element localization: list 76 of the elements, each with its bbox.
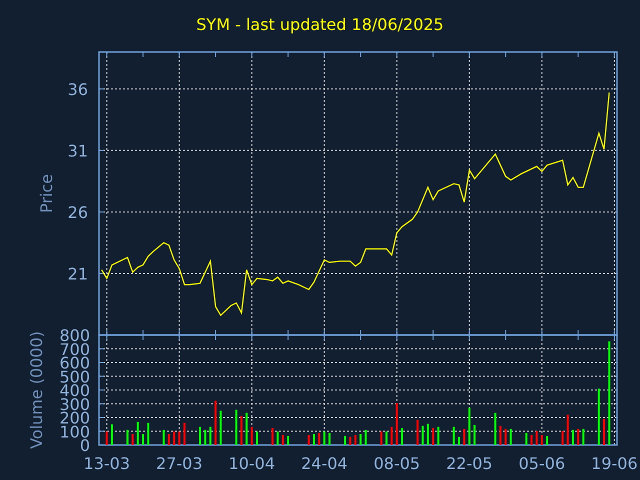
volume-bar — [318, 432, 320, 445]
volume-bar — [354, 434, 356, 445]
volume-bar — [110, 424, 113, 445]
volume-bar — [452, 426, 455, 445]
volume-bar — [220, 410, 222, 445]
volume-bar — [426, 424, 429, 445]
volume-bar — [173, 432, 176, 445]
volume-bar — [525, 432, 528, 445]
volume-bar — [162, 430, 165, 445]
volume-bar — [142, 434, 144, 445]
axis-title: Volume (0000) — [27, 331, 46, 449]
volume-bar — [312, 434, 315, 445]
volume-bar — [235, 410, 238, 445]
volume-bar — [603, 418, 606, 445]
volume-bar — [540, 434, 543, 445]
axis-tick-label: 21 — [68, 264, 88, 284]
axis-tick-label: 24-04 — [301, 454, 348, 473]
volume-bar — [494, 412, 496, 445]
volume-bar — [504, 428, 507, 445]
volume-bar — [183, 422, 186, 445]
axis-tick-label: 31 — [68, 141, 88, 160]
axis-tick-label: 27-03 — [156, 454, 203, 473]
axis-tick-label: 10-04 — [228, 454, 276, 473]
volume-bar — [432, 428, 434, 445]
volume-bar — [468, 408, 470, 445]
volume-bar — [390, 426, 393, 445]
volume-bar — [566, 414, 569, 445]
volume-bar — [136, 422, 139, 445]
volume-bar — [147, 422, 150, 445]
volume-bar — [178, 432, 180, 445]
volume-bar — [308, 434, 310, 445]
volume-bar — [380, 432, 382, 445]
volume-bar — [360, 434, 362, 445]
volume-bar — [437, 426, 440, 445]
volume-bar — [572, 430, 574, 445]
volume-bar — [546, 436, 548, 445]
volume-bar — [276, 432, 279, 445]
volume-bar — [401, 428, 404, 445]
volume-bar — [214, 400, 217, 445]
volume-bar — [287, 436, 290, 445]
volume-bar — [577, 428, 580, 445]
volume-bar — [396, 403, 398, 445]
volume-bar — [323, 432, 326, 445]
volume-bar — [582, 428, 584, 445]
axis-tick-label: 36 — [68, 80, 88, 99]
volume-bar — [272, 428, 274, 445]
volume-bar — [282, 434, 284, 445]
axis-tick-label: 26 — [68, 202, 88, 222]
axis-title: Price — [37, 174, 56, 214]
volume-bar — [240, 416, 242, 445]
volume-bar — [349, 436, 352, 445]
volume-bar — [536, 430, 538, 445]
volume-bar — [168, 434, 170, 445]
axis-tick-label: 19-06 — [591, 454, 638, 473]
axis-tick-label: 13-03 — [84, 454, 130, 473]
volume-bar — [463, 428, 466, 445]
volume-bar — [562, 430, 564, 445]
volume-bar — [499, 426, 502, 445]
chart-title: SYM - last updated 18/06/2025 — [195, 14, 445, 36]
volume-bar — [474, 424, 476, 445]
volume-bar — [510, 428, 512, 445]
volume-bar — [246, 412, 248, 445]
volume-bar — [530, 434, 533, 445]
volume-bar — [422, 426, 424, 445]
volume-bar — [250, 426, 253, 445]
volume-bar — [209, 426, 212, 445]
volume-bar — [364, 430, 367, 445]
volume-bar — [598, 388, 600, 445]
axis-tick-label: 05-06 — [518, 454, 566, 473]
volume-bar — [106, 432, 108, 445]
axis-tick-label: 08-05 — [374, 454, 420, 473]
volume-bar — [204, 430, 206, 445]
volume-bar — [132, 434, 134, 445]
axis-tick-label: 22-05 — [446, 454, 493, 473]
volume-bar — [344, 436, 346, 445]
volume-bar — [416, 420, 419, 445]
